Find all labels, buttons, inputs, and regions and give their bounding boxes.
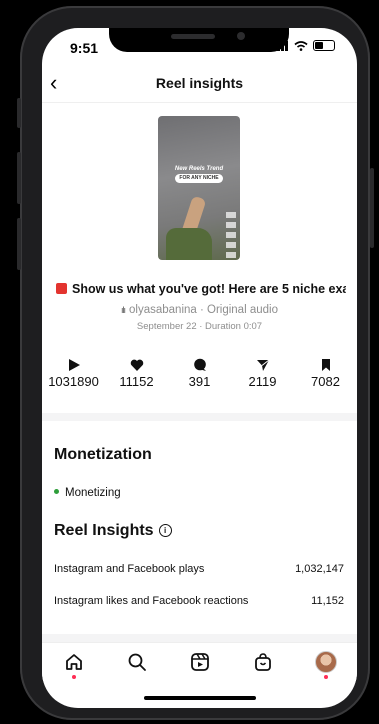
reel-caption: Show us what you've got! Here are 5 nich… bbox=[56, 282, 346, 296]
home-indicator bbox=[144, 696, 256, 700]
status-dot bbox=[54, 489, 59, 494]
stats-row: 1031890 11152 391 2119 7082 bbox=[42, 358, 357, 389]
tab-search[interactable] bbox=[125, 650, 149, 674]
phone-screen: 9:51 ‹ Reel insights New Reels Trend FOR… bbox=[42, 28, 357, 708]
share-icon bbox=[256, 359, 269, 371]
play-icon bbox=[68, 359, 80, 371]
insights-title-text: Reel Insights bbox=[54, 522, 154, 539]
likes-count: 11152 bbox=[119, 374, 154, 389]
thumbnail-text-2: FOR ANY NICHE bbox=[175, 174, 223, 183]
stat-shares: 2119 bbox=[231, 358, 294, 389]
bookmark-icon bbox=[321, 359, 330, 371]
notification-dot bbox=[323, 675, 328, 679]
insights-row-value: 11,152 bbox=[311, 595, 344, 607]
wifi-icon bbox=[294, 40, 308, 51]
camera bbox=[237, 32, 245, 40]
tab-home[interactable] bbox=[62, 650, 86, 679]
status-icons bbox=[273, 40, 335, 51]
volume-up-button bbox=[17, 152, 21, 204]
signal-icon bbox=[273, 40, 288, 51]
insights-row: Instagram and Facebook plays 1,032,147 bbox=[54, 563, 344, 575]
home-icon bbox=[65, 654, 82, 670]
stat-comments: 391 bbox=[168, 358, 231, 389]
audio-info[interactable]: ılı olyasabanina · Original audio bbox=[42, 304, 357, 316]
insights-row: Instagram likes and Facebook reactions 1… bbox=[54, 595, 344, 607]
reel-thumbnail[interactable]: New Reels Trend FOR ANY NICHE bbox=[158, 116, 240, 260]
monetization-title: Monetization bbox=[54, 446, 152, 463]
red-badge-icon bbox=[56, 283, 67, 294]
stat-saves: 7082 bbox=[294, 358, 357, 389]
tab-shop[interactable] bbox=[251, 650, 275, 674]
notch bbox=[109, 28, 289, 52]
tab-profile[interactable] bbox=[314, 650, 338, 679]
stat-plays: 1031890 bbox=[42, 358, 105, 389]
heart-icon bbox=[130, 359, 143, 371]
thumbnail-shorts bbox=[166, 228, 212, 260]
insights-title: Reel Insights i bbox=[54, 522, 172, 540]
audio-text: olyasabanina · Original audio bbox=[129, 304, 278, 316]
stat-likes: 11152 bbox=[105, 358, 168, 389]
comments-count: 391 bbox=[188, 374, 211, 389]
plays-count: 1031890 bbox=[48, 374, 99, 389]
profile-avatar bbox=[314, 651, 337, 673]
road-stripe bbox=[226, 212, 236, 260]
reels-icon bbox=[190, 653, 209, 671]
page-title: Reel insights bbox=[155, 75, 244, 91]
monetization-status: Monetizing bbox=[54, 487, 121, 499]
bottom-tab-bar bbox=[42, 642, 357, 681]
speaker bbox=[171, 34, 215, 39]
section-divider bbox=[42, 413, 357, 421]
caption-text: Show us what you've got! Here are 5 nich… bbox=[72, 282, 346, 296]
reel-meta: September 22 · Duration 0:07 bbox=[136, 321, 263, 332]
volume-down-button bbox=[17, 218, 21, 270]
shop-icon bbox=[254, 653, 271, 671]
status-time: 9:51 bbox=[70, 40, 99, 56]
notification-dot bbox=[71, 675, 76, 679]
info-icon[interactable]: i bbox=[158, 524, 172, 537]
monetization-status-text: Monetizing bbox=[65, 487, 121, 499]
search-icon bbox=[128, 653, 146, 671]
power-button bbox=[370, 168, 374, 248]
insights-row-value: 1,032,147 bbox=[295, 563, 344, 575]
thumbnail-text-1: New Reels Trend bbox=[174, 166, 224, 172]
shares-count: 2119 bbox=[248, 374, 277, 389]
side-button bbox=[17, 98, 21, 128]
insights-row-label: Instagram and Facebook plays bbox=[54, 563, 205, 575]
tab-reels[interactable] bbox=[188, 650, 212, 674]
header: ‹ Reel insights bbox=[42, 66, 357, 103]
insights-row-label: Instagram likes and Facebook reactions bbox=[54, 595, 249, 607]
comment-icon bbox=[193, 358, 206, 371]
saves-count: 7082 bbox=[311, 374, 340, 389]
section-divider-bottom bbox=[42, 634, 357, 642]
battery-icon bbox=[313, 40, 335, 51]
audio-bars-icon: ılı bbox=[121, 305, 126, 315]
